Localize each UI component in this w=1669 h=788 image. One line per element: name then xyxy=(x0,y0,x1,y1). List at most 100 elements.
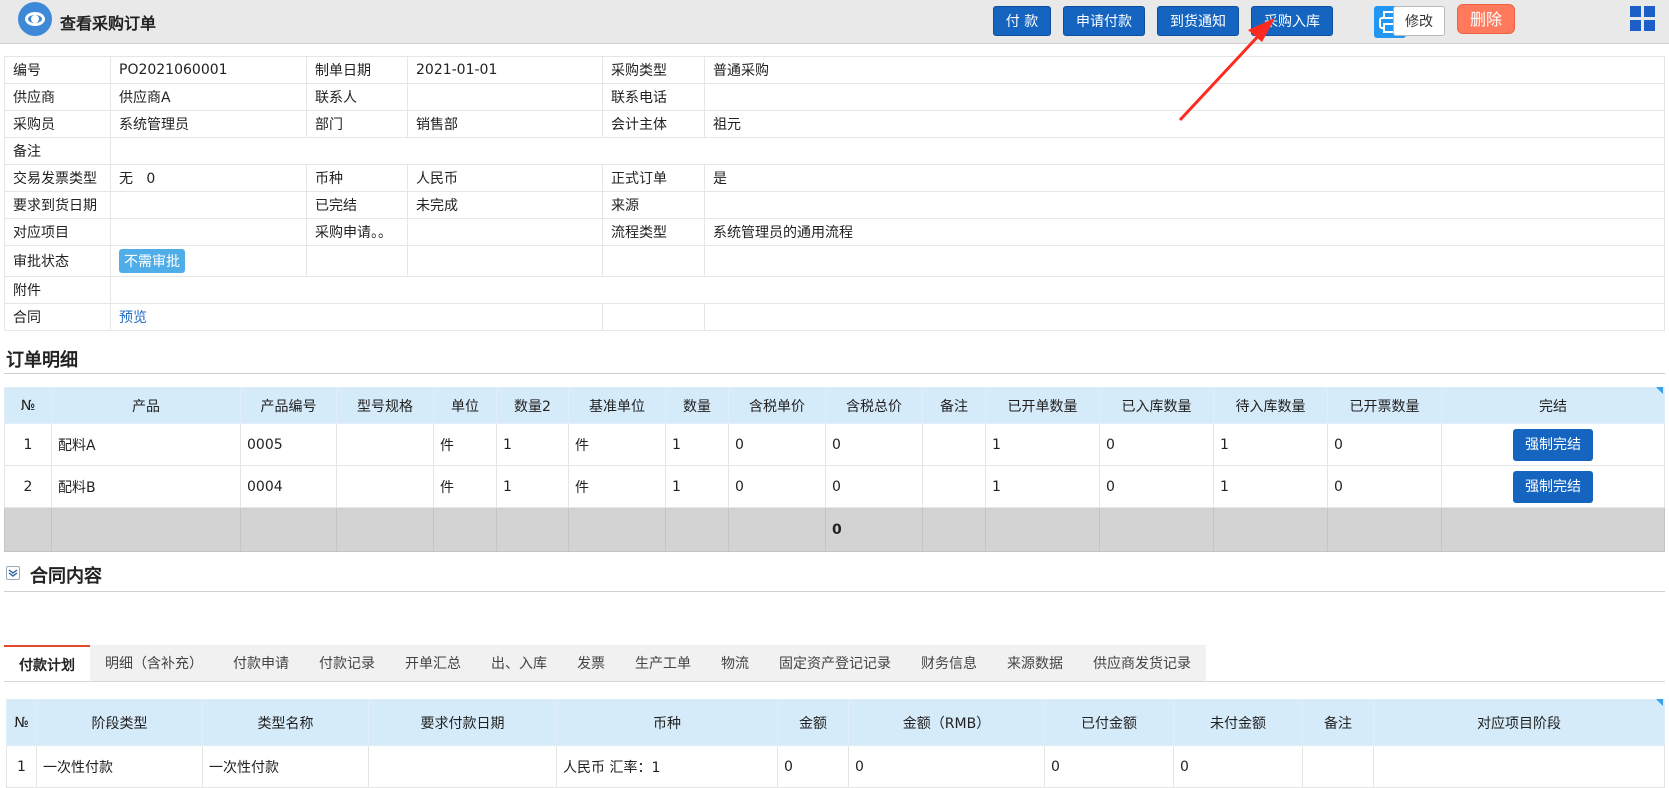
edit-button[interactable]: 修改 xyxy=(1393,6,1445,36)
source-value xyxy=(704,191,1665,219)
stage-type-cell: 一次性付款 xyxy=(36,745,203,788)
tab-logistics[interactable]: 物流 xyxy=(706,645,764,681)
force-complete-button[interactable]: 强制完结 xyxy=(1513,470,1593,503)
remark-value xyxy=(110,137,1665,165)
approval-cell: 不需审批 xyxy=(110,245,307,277)
complete-cell: 强制完结 xyxy=(1441,465,1665,508)
summary-row: 0 xyxy=(4,507,1665,552)
tab-source-data[interactable]: 来源数据 xyxy=(992,645,1078,681)
col-header: 已开票数量 xyxy=(1327,387,1442,424)
tab-invoice[interactable]: 发票 xyxy=(562,645,620,681)
col-header: № xyxy=(4,387,52,424)
contract-preview-link[interactable]: 预览 xyxy=(119,310,147,326)
col-header: 阶段类型 xyxy=(36,699,203,746)
tab-payment-record[interactable]: 付款记录 xyxy=(304,645,390,681)
info-label: 合同 xyxy=(4,303,111,331)
info-row: 供应商 供应商A 联系人 联系电话 xyxy=(4,83,1665,111)
qty2-cell: 1 xyxy=(496,423,569,466)
col-header: 单位 xyxy=(433,387,497,424)
contract-content-title: 合同内容 xyxy=(30,566,102,587)
tab-payment-request[interactable]: 付款申请 xyxy=(218,645,304,681)
invoiced-qty-cell: 0 xyxy=(1327,465,1442,508)
col-header: 基准单位 xyxy=(568,387,666,424)
info-label: 采购申请。。 xyxy=(306,218,408,246)
info-label: 来源 xyxy=(602,191,705,219)
received-qty-cell: 0 xyxy=(1099,423,1214,466)
section-divider xyxy=(4,591,1665,592)
collapse-chevron-icon[interactable] xyxy=(6,566,20,580)
tab-finance-info[interactable]: 财务信息 xyxy=(906,645,992,681)
product-code-cell: 0005 xyxy=(240,423,337,466)
unit-cell: 件 xyxy=(433,465,497,508)
tab-stock-in-out[interactable]: 出、入库 xyxy=(476,645,562,681)
info-row: 编号 PO2021060001 制单日期 2021-01-01 采购类型 普通采… xyxy=(4,56,1665,84)
tab-payment-plan[interactable]: 付款计划 xyxy=(4,645,90,681)
stock-in-button[interactable]: 采购入库 xyxy=(1251,6,1333,36)
table-row: 2 配料B 0004 件 1 件 1 0 0 1 0 1 0 强制完结 xyxy=(4,465,1665,508)
project-value xyxy=(110,218,307,246)
contract-tabs: 付款计划 明细（含补充） 付款申请 付款记录 开单汇总 出、入库 发票 生产工单… xyxy=(4,645,1206,681)
table-row: 1 配料A 0005 件 1 件 1 0 0 1 0 1 0 强制完结 xyxy=(4,423,1665,466)
order-number-value: PO2021060001 xyxy=(110,56,307,84)
row-number: 1 xyxy=(4,423,52,466)
purchase-type-value: 普通采购 xyxy=(704,56,1665,84)
col-header: 完结 xyxy=(1441,387,1665,424)
info-row: 审批状态 不需审批 xyxy=(4,245,1665,277)
invoiced-qty-cell: 0 xyxy=(1327,423,1442,466)
row-number: 1 xyxy=(6,745,37,788)
force-complete-button[interactable]: 强制完结 xyxy=(1513,428,1593,461)
phone-value xyxy=(704,83,1665,111)
info-label: 正式订单 xyxy=(602,164,705,192)
info-row: 附件 xyxy=(4,276,1665,304)
info-label: 编号 xyxy=(4,56,111,84)
delete-button[interactable]: 删除 xyxy=(1457,4,1515,34)
grid-apps-icon[interactable] xyxy=(1630,6,1656,32)
pay-button[interactable]: 付 款 xyxy=(993,6,1051,36)
row-number: 2 xyxy=(4,465,52,508)
product-cell: 配料A xyxy=(51,423,241,466)
corner-marker xyxy=(1656,387,1663,394)
project-stage-cell xyxy=(1373,745,1665,788)
col-header: 金额（RMB） xyxy=(848,699,1045,746)
corner-marker xyxy=(1656,699,1663,706)
unit-price-cell: 0 xyxy=(728,465,826,508)
contract-cell: 预览 xyxy=(110,303,603,331)
info-row: 备注 xyxy=(4,137,1665,165)
contact-value xyxy=(407,83,603,111)
col-header: 数量 xyxy=(665,387,729,424)
buyer-value: 系统管理员 xyxy=(110,110,307,138)
tab-fixed-asset[interactable]: 固定资产登记记录 xyxy=(764,645,906,681)
order-date-value: 2021-01-01 xyxy=(407,56,603,84)
received-qty-cell: 0 xyxy=(1099,465,1214,508)
table-row: 1 一次性付款 一次性付款 人民币 汇率：1 0 0 0 0 xyxy=(6,745,1665,788)
tab-work-order[interactable]: 生产工单 xyxy=(620,645,706,681)
qty-cell: 1 xyxy=(665,465,729,508)
department-value: 销售部 xyxy=(407,110,603,138)
order-detail-table: № 产品 产品编号 型号规格 单位 数量2 基准单位 数量 含税单价 含税总价 … xyxy=(4,387,1665,552)
info-label: 附件 xyxy=(4,276,111,304)
tab-divider xyxy=(4,681,1665,682)
col-header: 金额 xyxy=(777,699,849,746)
tab-order-summary[interactable]: 开单汇总 xyxy=(390,645,476,681)
accounting-entity-value: 祖元 xyxy=(704,110,1665,138)
arrival-notice-button[interactable]: 到货通知 xyxy=(1157,6,1239,36)
col-header: 型号规格 xyxy=(336,387,434,424)
remark-cell xyxy=(922,465,986,508)
unpaid-amount-cell: 0 xyxy=(1173,745,1303,788)
order-detail-title: 订单明细 xyxy=(6,350,78,371)
required-pay-date-cell xyxy=(368,745,557,788)
info-row: 对应项目 采购申请。。 流程类型 系统管理员的通用流程 xyxy=(4,218,1665,246)
process-type-value: 系统管理员的通用流程 xyxy=(704,218,1665,246)
payment-plan-table: № 阶段类型 类型名称 要求付款日期 币种 金额 金额（RMB） 已付金额 未付… xyxy=(6,699,1665,788)
purchase-request-value xyxy=(407,218,603,246)
tab-detail-supplement[interactable]: 明细（含补充） xyxy=(90,645,218,681)
info-label: 要求到货日期 xyxy=(4,191,111,219)
col-header: 数量2 xyxy=(496,387,569,424)
info-row: 交易发票类型 无 0 币种 人民币 正式订单 是 xyxy=(4,164,1665,192)
info-label: 流程类型 xyxy=(602,218,705,246)
spec-cell xyxy=(336,465,434,508)
approval-status-badge: 不需审批 xyxy=(119,249,185,273)
info-row: 合同 预览 xyxy=(4,303,1665,331)
tab-supplier-delivery[interactable]: 供应商发货记录 xyxy=(1078,645,1206,681)
apply-pay-button[interactable]: 申请付款 xyxy=(1063,6,1145,36)
